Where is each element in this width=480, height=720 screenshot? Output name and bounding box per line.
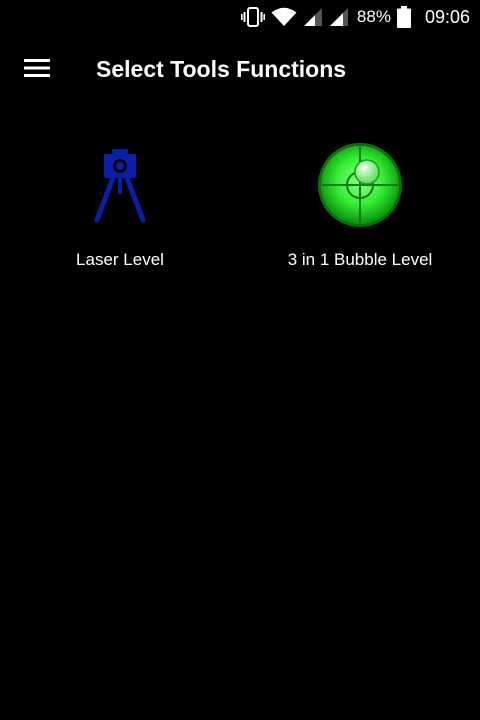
app-bar: Select Tools Functions	[0, 34, 480, 106]
bubble-level-icon	[315, 140, 405, 230]
tool-label: 3 in 1 Bubble Level	[287, 250, 433, 269]
battery-percent: 88%	[356, 7, 391, 26]
tool-bubble-level[interactable]: 3 in 1 Bubble Level	[250, 134, 470, 284]
wifi-icon	[271, 7, 297, 27]
vibrate-icon	[240, 6, 265, 28]
tripod-laser-icon	[75, 140, 165, 230]
status-icons: 88% 09:06	[240, 4, 470, 30]
signal-icon	[329, 7, 349, 27]
battery-icon	[396, 6, 411, 28]
status-clock: 09:06	[424, 6, 470, 27]
tool-label: Laser Level	[76, 250, 164, 269]
signal-icon	[303, 7, 323, 27]
page-title: Select Tools Functions	[96, 56, 347, 82]
status-bar: 88% 09:06	[0, 0, 480, 34]
menu-button[interactable]	[16, 52, 58, 88]
tool-laser-level[interactable]: Laser Level	[10, 134, 230, 284]
hamburger-menu-icon	[24, 58, 50, 83]
